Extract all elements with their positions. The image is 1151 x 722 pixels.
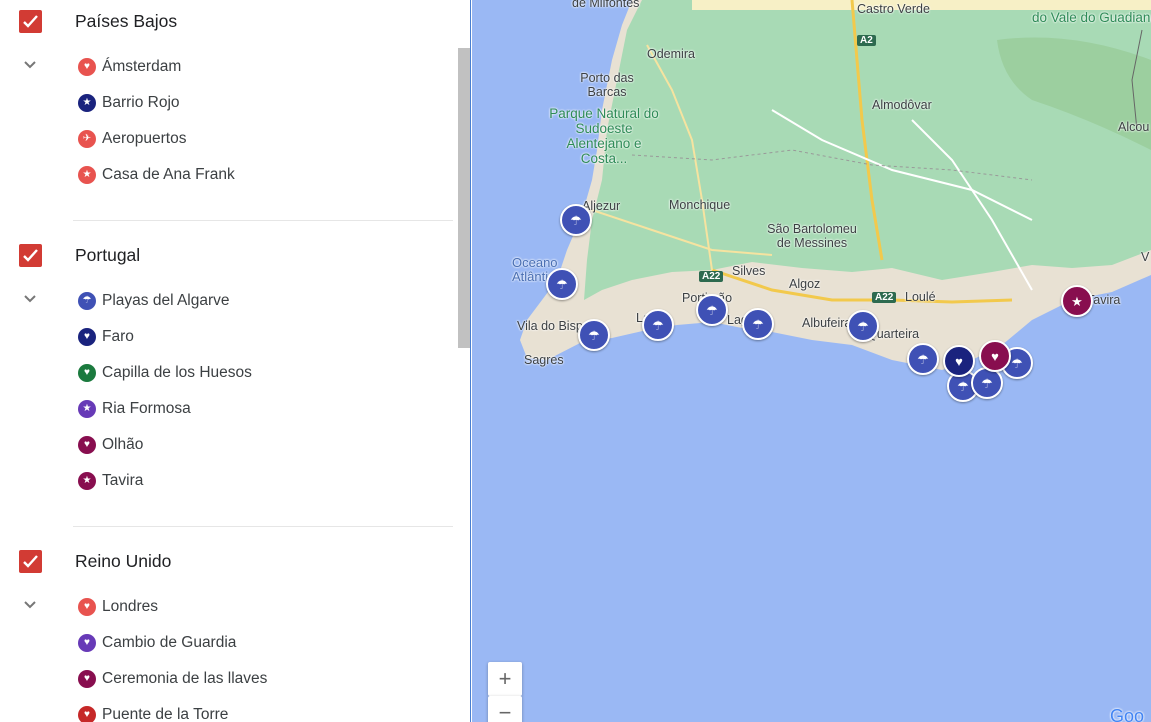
beach-marker[interactable]: ☂ — [696, 294, 728, 326]
layer-title[interactable]: Portugal — [75, 245, 140, 266]
layer-item[interactable]: ★ Tavira — [78, 469, 143, 493]
place-label: Almodôvar — [872, 98, 932, 112]
layer-item-label: Playas del Algarve — [102, 292, 230, 309]
place-label: Sagres — [524, 353, 564, 367]
layer-item[interactable]: ♥ Cambio de Guardia — [78, 631, 236, 655]
road-shield: A2 — [857, 35, 876, 46]
place-label: Alcou — [1118, 120, 1150, 134]
layer-item[interactable]: ★ Ria Formosa — [78, 397, 191, 421]
place-marker-icon: ★ — [78, 400, 96, 418]
beach-marker[interactable]: ☂ — [971, 367, 1003, 399]
section-divider — [73, 526, 453, 527]
place-marker-icon: ♥ — [78, 436, 96, 454]
beach-marker[interactable]: ☂ — [578, 319, 610, 351]
google-logo: Goo — [1110, 706, 1145, 722]
place-marker-icon: ★ — [78, 472, 96, 490]
layer-item[interactable]: ♥ Faro — [78, 325, 134, 349]
place-marker-icon: ♥ — [78, 364, 96, 382]
place-label: Porto das Barcas — [580, 71, 634, 99]
faro-marker[interactable]: ♥ — [943, 345, 975, 377]
layer-title[interactable]: Reino Unido — [75, 551, 171, 572]
layer-item[interactable]: ♥ Puente de la Torre — [78, 703, 228, 722]
place-label: Monchique — [669, 198, 731, 212]
layer-item-label: Londres — [102, 598, 159, 615]
layer-item[interactable]: ♥ Olhão — [78, 433, 143, 457]
sidebar-border — [470, 0, 471, 722]
place-label: Silves — [732, 264, 766, 278]
layer-item-label: Ceremonia de las llaves — [102, 670, 268, 687]
layer-item-label: Tavira — [102, 472, 144, 489]
layer-checkbox[interactable] — [19, 550, 42, 573]
sidebar-scrollbar[interactable] — [458, 48, 470, 348]
beach-marker[interactable]: ☂ — [742, 308, 774, 340]
beach-marker[interactable]: ☂ — [907, 343, 939, 375]
place-label: do Vale do Guadiana — [1032, 10, 1151, 25]
place-label: V — [1141, 250, 1150, 264]
layer-item-label: Capilla de los Huesos — [102, 364, 252, 381]
layer-item-label: Faro — [102, 328, 134, 345]
place-marker-icon: ☂ — [78, 292, 96, 310]
place-label: Albufeira — [802, 316, 852, 330]
olhao-marker[interactable]: ♥ — [979, 340, 1011, 372]
beach-marker[interactable]: ☂ — [560, 204, 592, 236]
layer-sidebar: Países Bajos ♥ Ámsterdam ★ Barrio Rojo ✈ Aerop… — [0, 0, 471, 722]
layer-item-label: Aeropuertos — [102, 130, 187, 147]
chevron-down-icon[interactable] — [22, 292, 38, 310]
zoom-out-button[interactable]: − — [488, 696, 522, 722]
place-marker-icon: ★ — [78, 94, 96, 112]
place-label: Loulé — [905, 290, 936, 304]
layer-item[interactable]: ♥ Ceremonia de las llaves — [78, 667, 267, 691]
place-label: Odemira — [647, 47, 695, 61]
zoom-in-button[interactable]: + — [488, 662, 522, 696]
place-marker-icon: ♥ — [78, 706, 96, 722]
layer-item[interactable]: ★ Barrio Rojo — [78, 91, 180, 115]
layer-checkbox[interactable] — [19, 10, 42, 33]
place-label: Castro Verde — [857, 2, 930, 16]
layer-item[interactable]: ♥ Londres — [78, 595, 158, 619]
layer-item[interactable]: ✈ Aeropuertos — [78, 127, 186, 151]
park-label: Parque Natural do Sudoeste Alentejano e … — [549, 106, 659, 166]
layer-item-label: Barrio Rojo — [102, 94, 180, 111]
layer-checkbox[interactable] — [19, 244, 42, 267]
place-marker-icon: ✈ — [78, 130, 96, 148]
section-divider — [73, 220, 453, 221]
beach-marker[interactable]: ☂ — [847, 310, 879, 342]
place-label: São Bartolomeu de Messines — [767, 222, 857, 250]
layer-title[interactable]: Países Bajos — [75, 11, 177, 32]
place-marker-icon: ★ — [78, 166, 96, 184]
place-marker-icon: ♥ — [78, 328, 96, 346]
place-marker-icon: ♥ — [78, 598, 96, 616]
layer-item[interactable]: ★ Casa de Ana Frank — [78, 163, 235, 187]
place-marker-icon: ♥ — [78, 58, 96, 76]
layer-item-label: Casa de Ana Frank — [102, 166, 235, 183]
layer-item[interactable]: ♥ Ámsterdam — [78, 55, 181, 79]
chevron-down-icon[interactable] — [22, 58, 38, 76]
tavira-marker[interactable]: ★ — [1061, 285, 1093, 317]
layer-item-label: Puente de la Torre — [102, 706, 229, 722]
layer-item-label: Ria Formosa — [102, 400, 191, 417]
place-marker-icon: ♥ — [78, 670, 96, 688]
place-label: Algoz — [789, 277, 821, 291]
place-marker-icon: ♥ — [78, 634, 96, 652]
road-shield: A22 — [872, 292, 897, 303]
layer-item-label: Cambio de Guardia — [102, 634, 237, 651]
beach-marker[interactable]: ☂ — [546, 268, 578, 300]
place-label: de Milfontes — [572, 0, 640, 10]
layer-item-label: Olhão — [102, 436, 144, 453]
layer-item-label: Ámsterdam — [102, 58, 182, 75]
map-view[interactable]: de Milfontes Castro Verde do Vale do Gua… — [472, 0, 1151, 722]
layer-item[interactable]: ☂ Playas del Algarve — [78, 289, 230, 313]
layer-item[interactable]: ♥ Capilla de los Huesos — [78, 361, 252, 385]
chevron-down-icon[interactable] — [22, 598, 38, 616]
road-shield: A22 — [699, 271, 724, 282]
beach-marker[interactable]: ☂ — [642, 309, 674, 341]
